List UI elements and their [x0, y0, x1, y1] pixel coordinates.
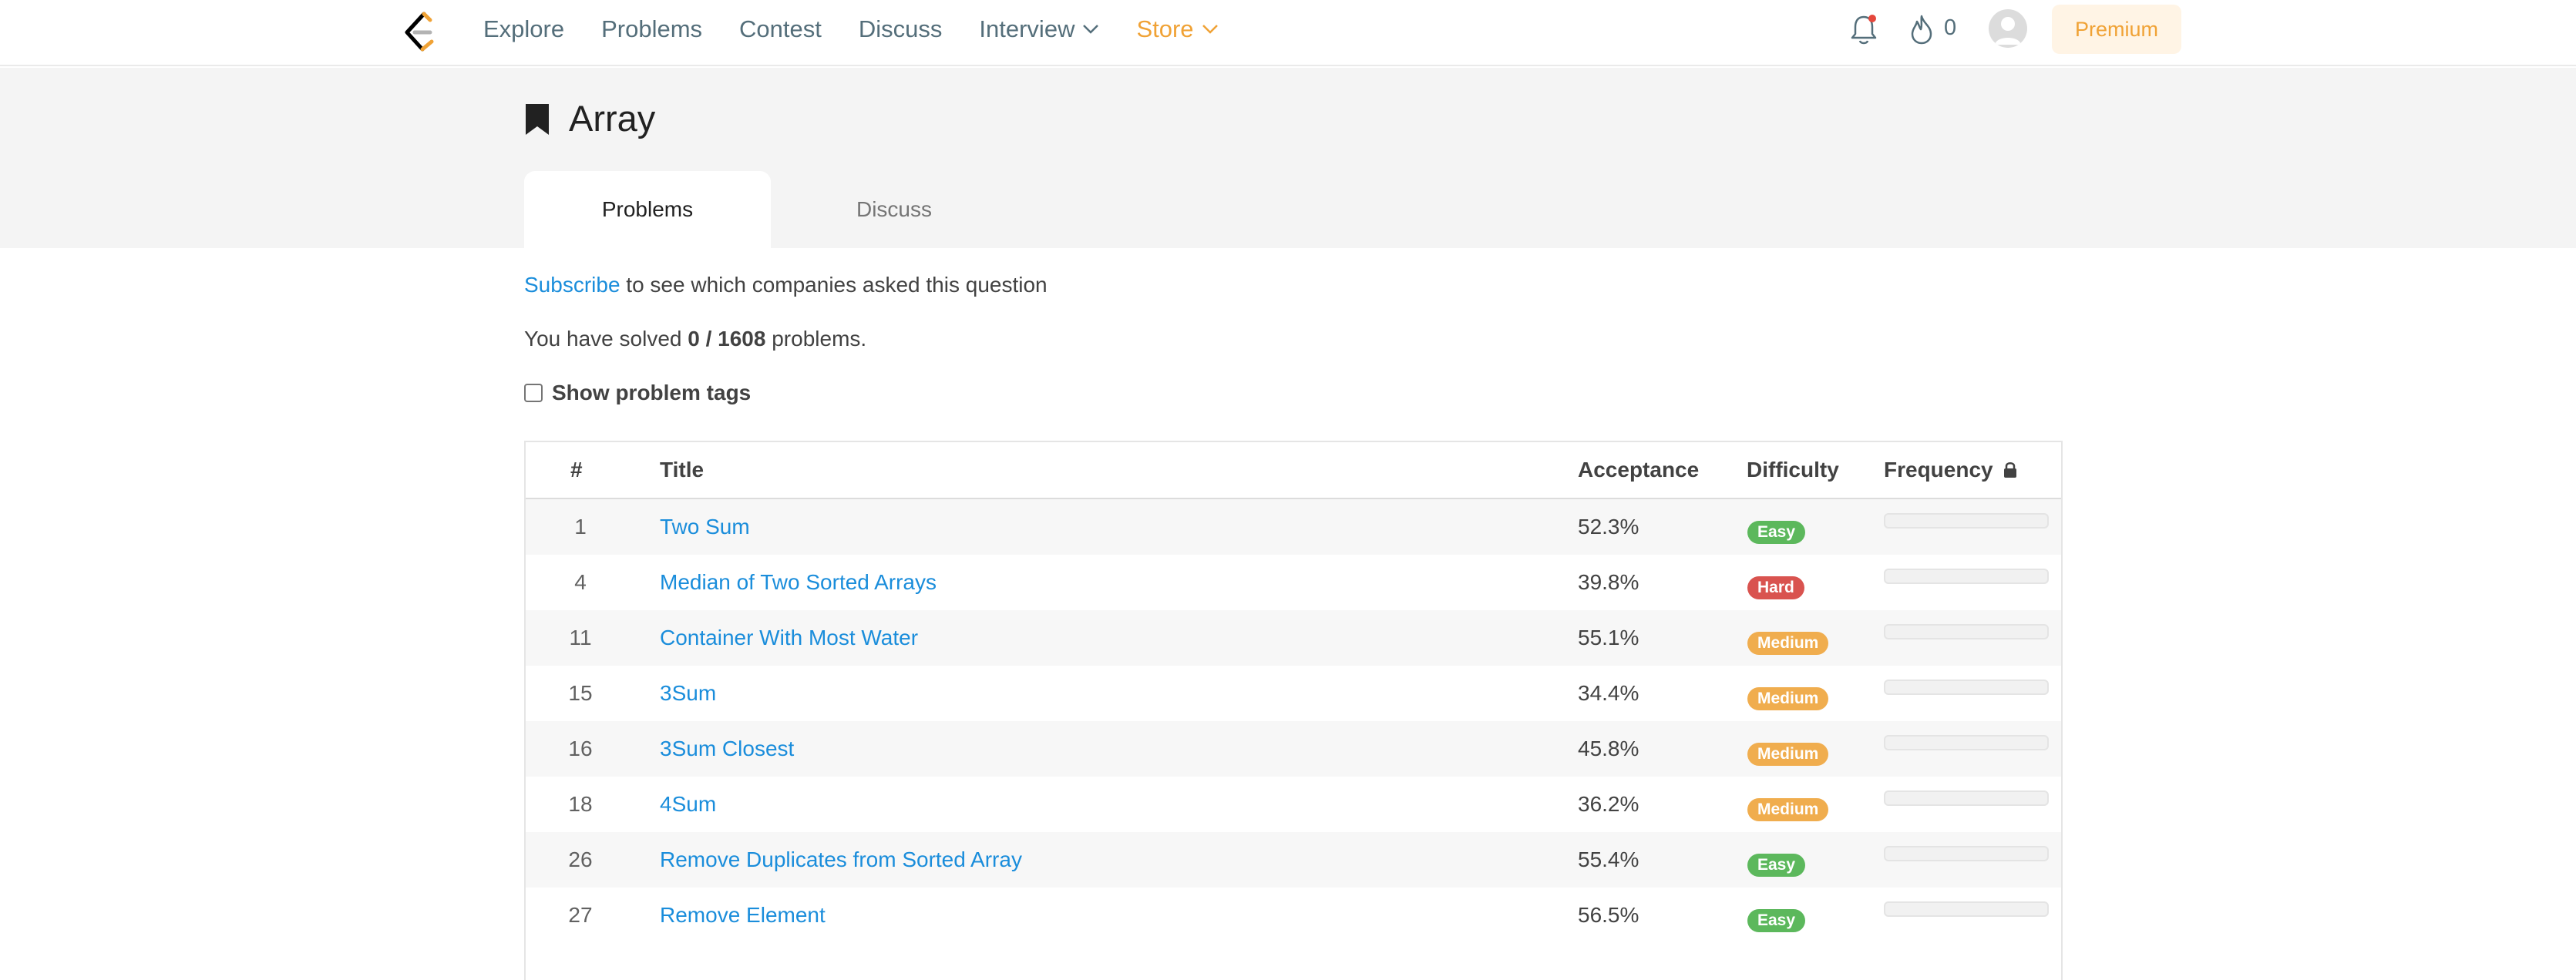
- acceptance-rate: 36.2%: [1578, 792, 1639, 816]
- acceptance-rate: 52.3%: [1578, 515, 1639, 539]
- chevron-down-icon: [1083, 25, 1099, 34]
- chevron-down-icon: [1202, 25, 1218, 34]
- table-header: # Title Acceptance Difficulty Frequency: [526, 442, 2061, 499]
- difficulty-badge: Medium: [1747, 743, 1829, 766]
- table-row[interactable]: 26 Remove Duplicates from Sorted Array 55.…: [526, 832, 2061, 888]
- acceptance-rate: 45.8%: [1578, 737, 1639, 760]
- problem-table: # Title Acceptance Difficulty Frequency …: [524, 441, 2063, 980]
- nav-explore[interactable]: Explore: [483, 15, 564, 43]
- problem-number: 15: [568, 681, 593, 705]
- solved-count: 0 / 1608: [688, 327, 766, 351]
- problem-title-link[interactable]: 3Sum Closest: [660, 737, 794, 761]
- show-tags-checkbox[interactable]: [524, 384, 543, 402]
- problem-number: 16: [568, 737, 593, 760]
- problem-number: 18: [568, 792, 593, 816]
- problem-title-link[interactable]: 4Sum: [660, 792, 716, 817]
- tag-header: [0, 68, 2576, 248]
- streak-count: 0: [1944, 15, 1957, 40]
- header-frequency[interactable]: Frequency: [1884, 458, 2018, 482]
- premium-button[interactable]: Premium: [2052, 5, 2181, 54]
- acceptance-rate: 55.1%: [1578, 626, 1639, 649]
- user-icon: [1995, 17, 2021, 45]
- problem-title-link[interactable]: Container With Most Water: [660, 626, 918, 650]
- fire-icon[interactable]: [1908, 14, 1935, 45]
- nav-discuss-label: Discuss: [858, 15, 943, 42]
- nav-discuss[interactable]: Discuss: [859, 15, 943, 43]
- show-tags-toggle[interactable]: Show problem tags: [524, 381, 751, 405]
- header-difficulty[interactable]: Difficulty: [1747, 458, 1839, 482]
- frequency-bar: [1884, 680, 2049, 695]
- show-tags-label: Show problem tags: [552, 381, 752, 404]
- nav-links: Explore Problems Contest Discuss Intervi…: [483, 0, 1256, 59]
- subscribe-notice: Subscribe to see which companies asked t…: [524, 273, 1048, 297]
- tab-problems[interactable]: Problems: [524, 171, 771, 248]
- tab-discuss[interactable]: Discuss: [771, 171, 1017, 248]
- problem-title-link[interactable]: Remove Duplicates from Sorted Array: [660, 847, 1022, 872]
- bookmark-icon: [526, 104, 549, 135]
- frequency-bar: [1884, 513, 2049, 529]
- bell-icon[interactable]: [1848, 12, 1879, 46]
- frequency-bar: [1884, 735, 2049, 750]
- difficulty-badge: Easy: [1747, 521, 1806, 544]
- acceptance-rate: 55.4%: [1578, 847, 1639, 871]
- nav-problems[interactable]: Problems: [601, 15, 702, 43]
- header-number[interactable]: #: [570, 458, 583, 482]
- frequency-bar: [1884, 846, 2049, 861]
- problem-title-link[interactable]: Remove Element: [660, 903, 826, 928]
- table-row[interactable]: 15 3Sum 34.4% Medium: [526, 666, 2061, 721]
- nav-contest[interactable]: Contest: [739, 15, 822, 43]
- nav-store-label: Store: [1136, 15, 1194, 42]
- difficulty-badge: Medium: [1747, 632, 1829, 655]
- problem-number: 1: [574, 515, 587, 539]
- problem-number: 11: [569, 626, 592, 649]
- difficulty-badge: Easy: [1747, 909, 1806, 932]
- page-title: Array: [569, 98, 656, 139]
- problem-title-link[interactable]: Two Sum: [660, 515, 750, 539]
- table-row[interactable]: 18 4Sum 36.2% Medium: [526, 777, 2061, 832]
- acceptance-rate: 39.8%: [1578, 570, 1639, 594]
- frequency-bar: [1884, 790, 2049, 806]
- problem-number: 26: [568, 847, 593, 871]
- nav-explore-label: Explore: [483, 15, 565, 42]
- acceptance-rate: 34.4%: [1578, 681, 1639, 705]
- header-acceptance[interactable]: Acceptance: [1578, 458, 1699, 482]
- avatar[interactable]: [1989, 9, 2027, 48]
- leetcode-logo[interactable]: [401, 11, 438, 54]
- table-row[interactable]: 11 Container With Most Water 55.1% Medium: [526, 610, 2061, 666]
- acceptance-rate: 56.5%: [1578, 903, 1639, 927]
- difficulty-badge: Medium: [1747, 798, 1829, 821]
- subscribe-text: to see which companies asked this questi…: [620, 273, 1048, 297]
- problem-title-link[interactable]: 3Sum: [660, 681, 716, 706]
- frequency-bar: [1884, 624, 2049, 639]
- solved-summary: You have solved 0 / 1608 problems.: [524, 327, 866, 351]
- nav-contest-label: Contest: [739, 15, 822, 42]
- top-nav: Explore Problems Contest Discuss Intervi…: [0, 0, 2576, 66]
- difficulty-badge: Medium: [1747, 687, 1829, 710]
- table-row[interactable]: 27 Remove Element 56.5% Easy: [526, 888, 2061, 943]
- subscribe-link[interactable]: Subscribe: [524, 273, 620, 297]
- nav-store[interactable]: Store: [1136, 15, 1218, 43]
- nav-interview[interactable]: Interview: [979, 15, 1099, 43]
- difficulty-badge: Hard: [1747, 576, 1804, 599]
- nav-interview-label: Interview: [979, 15, 1075, 42]
- table-row[interactable]: 4 Median of Two Sorted Arrays 39.8% Hard: [526, 555, 2061, 610]
- table-row[interactable]: 16 3Sum Closest 45.8% Medium: [526, 721, 2061, 777]
- problem-number: 4: [574, 570, 587, 594]
- header-frequency-label: Frequency: [1884, 458, 1993, 482]
- difficulty-badge: Easy: [1747, 854, 1806, 877]
- solved-suffix: problems.: [765, 327, 867, 351]
- frequency-bar: [1884, 569, 2049, 584]
- problem-title-link[interactable]: Median of Two Sorted Arrays: [660, 570, 937, 595]
- lock-icon: [2003, 462, 2016, 478]
- solved-prefix: You have solved: [524, 327, 688, 351]
- table-row[interactable]: 1 Two Sum 52.3% Easy: [526, 499, 2061, 555]
- nav-problems-label: Problems: [601, 15, 703, 42]
- header-title[interactable]: Title: [660, 458, 704, 482]
- frequency-bar: [1884, 901, 2049, 917]
- problem-number: 27: [568, 903, 593, 927]
